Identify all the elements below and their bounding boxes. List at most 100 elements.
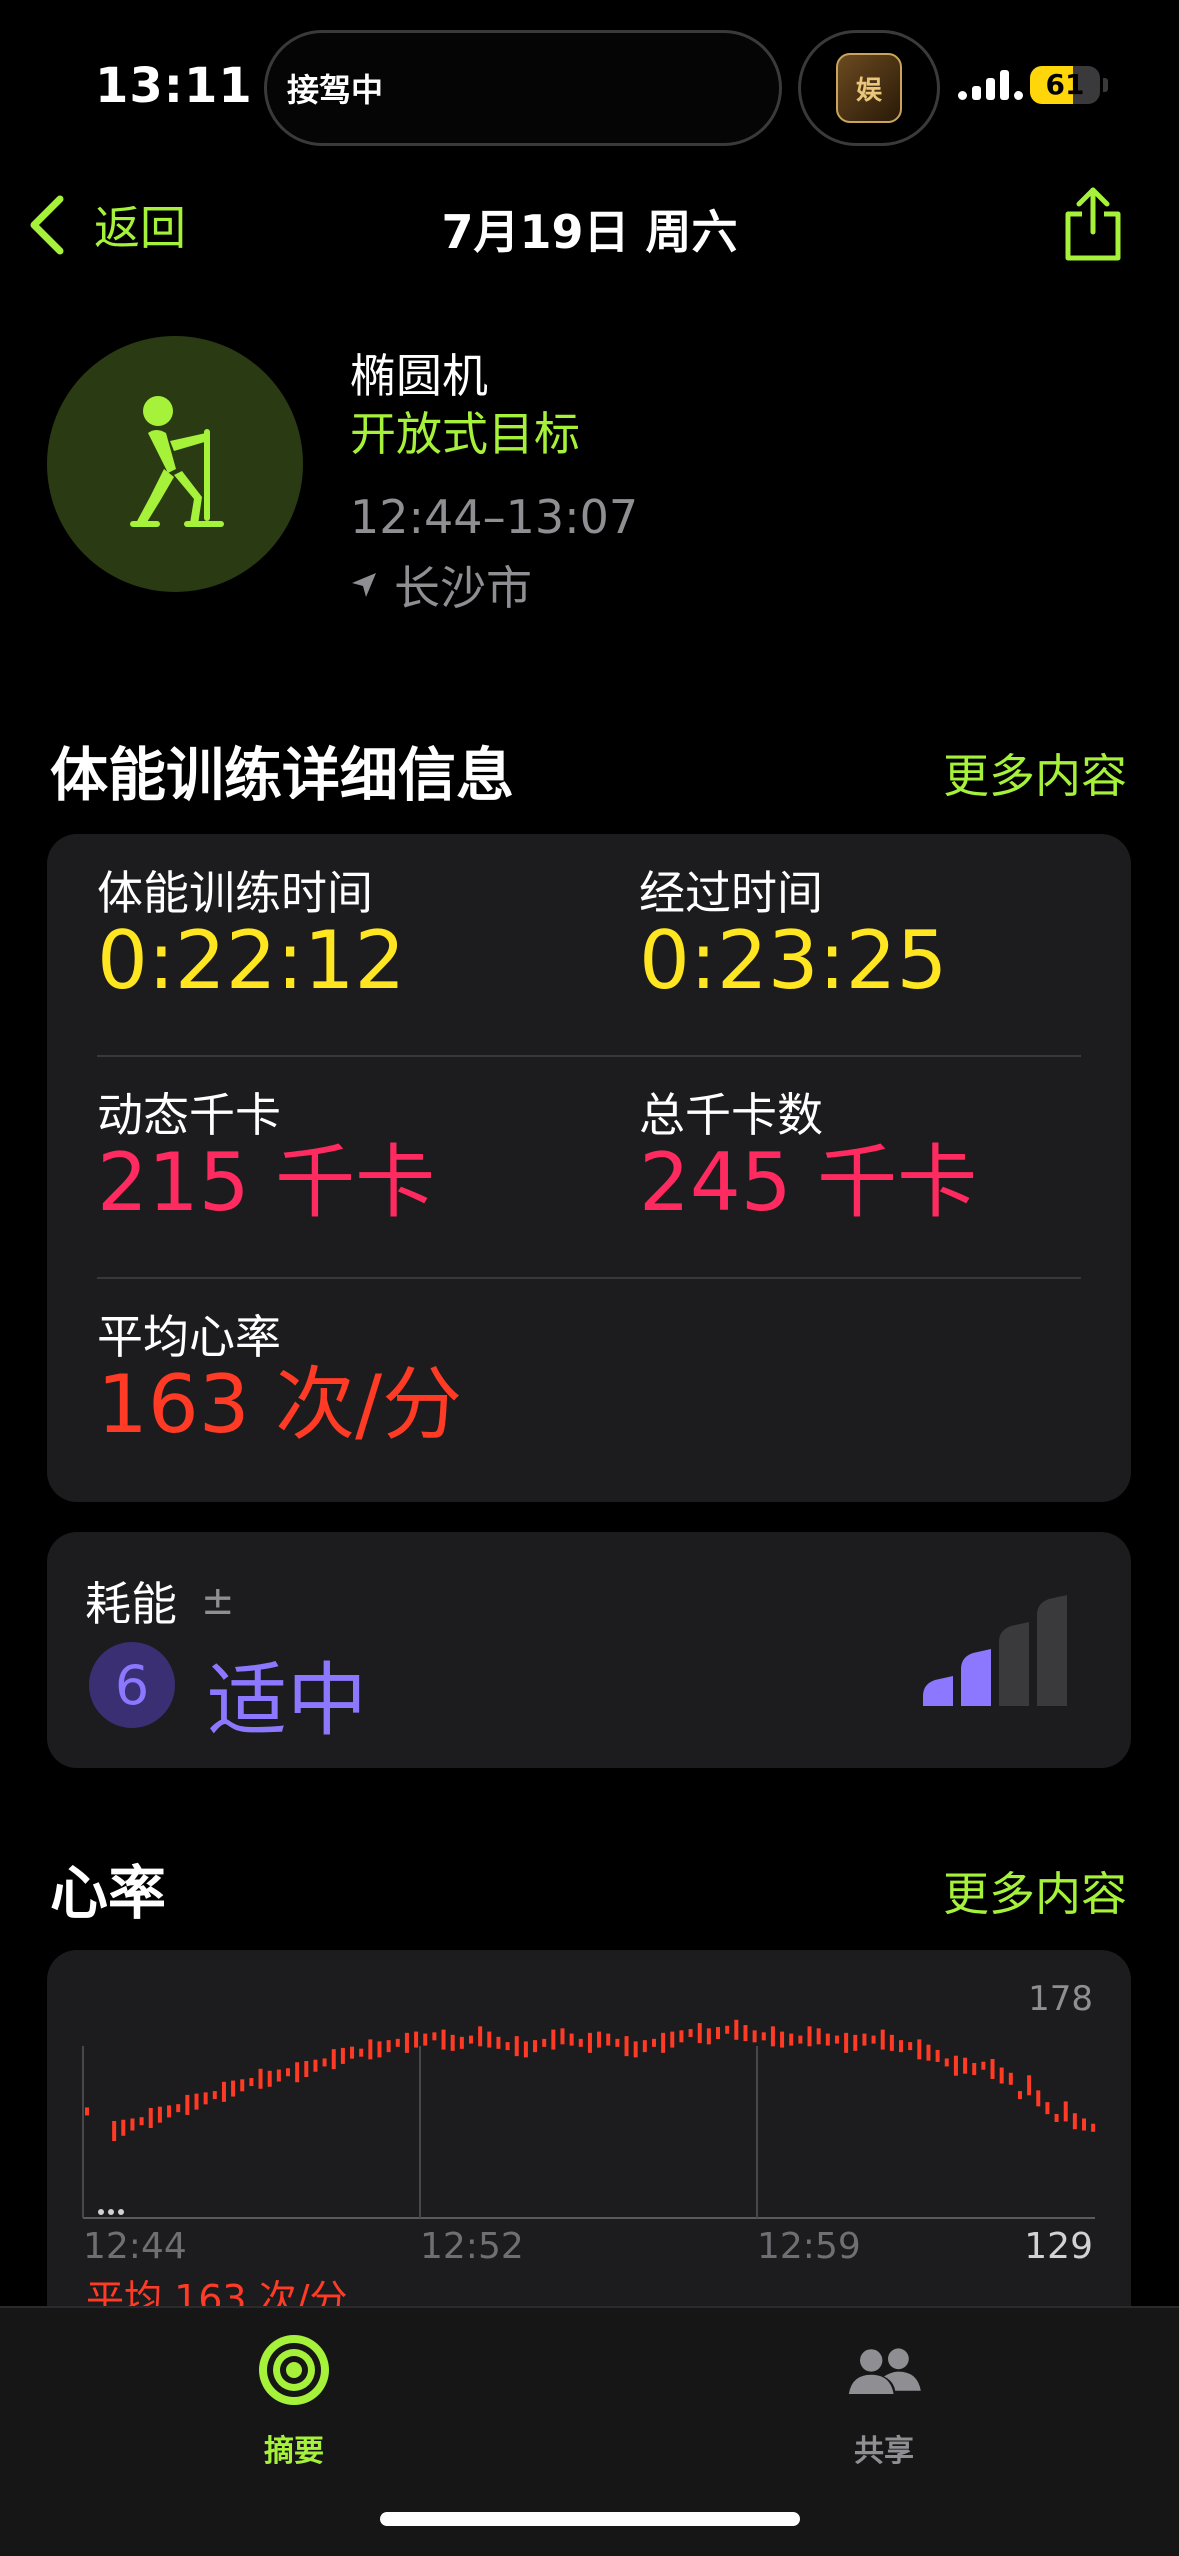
- live-activity-app[interactable]: 娱: [798, 30, 940, 146]
- heart-rate-sample: [935, 2049, 940, 2062]
- effort-adjust-icon[interactable]: ±: [201, 1578, 235, 1624]
- heart-rate-sample: [1082, 2118, 1087, 2131]
- heart-rate-sample: [688, 2029, 693, 2038]
- heart-rate-sample: [340, 2047, 345, 2064]
- heart-rate-sample: [167, 2105, 172, 2118]
- details-section-title: 体能训练详细信息: [50, 741, 515, 809]
- heart-rate-sample: [368, 2039, 373, 2060]
- details-card[interactable]: 体能训练时间 0:22:12 经过时间 0:23:25 动态千卡 215 千卡 …: [47, 834, 1131, 1502]
- cellular-signal-icon: [958, 70, 1023, 100]
- metric-active-calories: 动态千卡 215 千卡: [97, 1090, 435, 1225]
- heart-rate-sample: [752, 2030, 757, 2043]
- heart-rate-sample: [542, 2038, 547, 2047]
- heart-rate-sample: [926, 2044, 931, 2061]
- effort-bar: [923, 1676, 953, 1706]
- heart-rate-sample: [386, 2040, 391, 2053]
- heart-rate-sample: [194, 2093, 199, 2110]
- heart-rate-sample: [624, 2036, 629, 2057]
- effort-label: 耗能: [85, 1577, 177, 1631]
- heart-rate-sample: [953, 2055, 958, 2076]
- heart-rate-sample: [908, 2042, 913, 2051]
- heart-rate-sample: [468, 2035, 473, 2044]
- heart-rate-sample: [899, 2040, 904, 2053]
- divider: [97, 1277, 1081, 1279]
- share-icon[interactable]: [1058, 184, 1128, 264]
- tab-label: 共享: [854, 2434, 914, 2469]
- heart-rate-sample: [679, 2030, 684, 2043]
- heart-rate-sample: [139, 2117, 144, 2126]
- heart-rate-sample: [203, 2092, 208, 2105]
- heart-rate-sample: [395, 2038, 400, 2047]
- heart-rate-sample: [780, 2031, 785, 2048]
- heart-rate-sample: [889, 2034, 894, 2051]
- heart-rate-sample: [560, 2028, 565, 2045]
- heart-rate-sample: [816, 2028, 821, 2045]
- heart-rate-sample: [633, 2041, 638, 2058]
- heart-rate-sample: [240, 2079, 245, 2092]
- heart-rate-sample: [1045, 2102, 1050, 2115]
- heart-rate-sample: [642, 2040, 647, 2053]
- battery-level: 61: [1045, 68, 1085, 101]
- heart-rate-sample: [313, 2059, 318, 2072]
- heart-rate-sample: [231, 2080, 236, 2097]
- y-min-label: 129: [1024, 2226, 1093, 2267]
- heart-rate-sample: [597, 2031, 602, 2048]
- heart-rate-sample: [734, 2019, 739, 2040]
- heart-rate-sample: [972, 2062, 977, 2075]
- home-indicator[interactable]: [380, 2512, 800, 2526]
- effort-card[interactable]: 耗能 ± 6 适中: [47, 1532, 1131, 1768]
- heart-rate-sample: [697, 2023, 702, 2044]
- heart-rate-sample: [834, 2035, 839, 2044]
- heart-rate-sample: [85, 2107, 89, 2116]
- heart-rate-sample: [706, 2028, 711, 2045]
- heart-rate-sample: [414, 2031, 419, 2048]
- tab-summary[interactable]: 摘要: [194, 2330, 394, 2470]
- heart-rate-sample: [185, 2094, 190, 2115]
- location-arrow-icon: [352, 573, 376, 597]
- heart-rate-sample: [670, 2031, 675, 2048]
- details-more-link[interactable]: 更多内容: [943, 740, 1127, 806]
- heart-rate-sample: [350, 2046, 355, 2059]
- heart-rate-sample: [112, 2121, 117, 2142]
- metric-value: 0:23:25: [639, 913, 948, 1007]
- heart-rate-sample: [1063, 2101, 1068, 2122]
- heart-rate-sample: [1027, 2075, 1032, 2096]
- heart-rate-sample: [459, 2036, 464, 2049]
- heart-rate-sample: [1054, 2113, 1059, 2122]
- metric-label: 平均心率: [97, 1310, 281, 1364]
- heart-rate-sample: [157, 2106, 162, 2123]
- heart-rate-sample: [130, 2118, 135, 2131]
- workout-type: 椭圆机: [350, 349, 488, 403]
- heart-section-title: 心率: [50, 1859, 167, 1927]
- heart-rate-sample: [999, 2067, 1004, 2084]
- heart-rate-sample: [651, 2038, 656, 2047]
- heart-rate-sample: [853, 2034, 858, 2051]
- heart-rate-sample: [221, 2081, 226, 2102]
- location-label: 长沙市: [394, 561, 532, 615]
- heart-rate-sample: [944, 2058, 949, 2067]
- metric-value: 215 千卡: [97, 1135, 436, 1229]
- heart-rate-sample: [176, 2104, 181, 2113]
- people-icon: [848, 2348, 921, 2394]
- live-activity-pill[interactable]: 接驾中: [264, 30, 782, 146]
- heart-rate-sample: [148, 2107, 153, 2128]
- heart-rate-chart-card[interactable]: 178 129 12:44 12:52 12:59: [47, 1950, 1131, 2310]
- heart-rate-sample: [1072, 2113, 1077, 2130]
- heart-rate-sample: [587, 2032, 592, 2053]
- heart-rate-sample: [551, 2029, 556, 2050]
- live-activity-text: 接驾中: [287, 71, 384, 109]
- heart-rate-sample: [1091, 2123, 1096, 2132]
- heart-rate-sample: [441, 2029, 446, 2050]
- app-icon: 娱: [836, 53, 902, 123]
- effort-score-badge: 6: [89, 1642, 175, 1728]
- heart-rate-sample: [423, 2033, 428, 2046]
- page-title: 7月19日 周六: [441, 205, 738, 259]
- heart-rate-sample: [807, 2026, 812, 2047]
- chart-ellipsis-dot: [98, 2209, 104, 2215]
- heart-rate-sample: [212, 2091, 217, 2100]
- heart-rate-sample: [450, 2034, 455, 2051]
- workout-goal: 开放式目标: [350, 407, 580, 461]
- heart-more-link[interactable]: 更多内容: [943, 1858, 1127, 1924]
- heart-rate-sample: [505, 2042, 510, 2051]
- tab-sharing[interactable]: 共享: [784, 2330, 984, 2470]
